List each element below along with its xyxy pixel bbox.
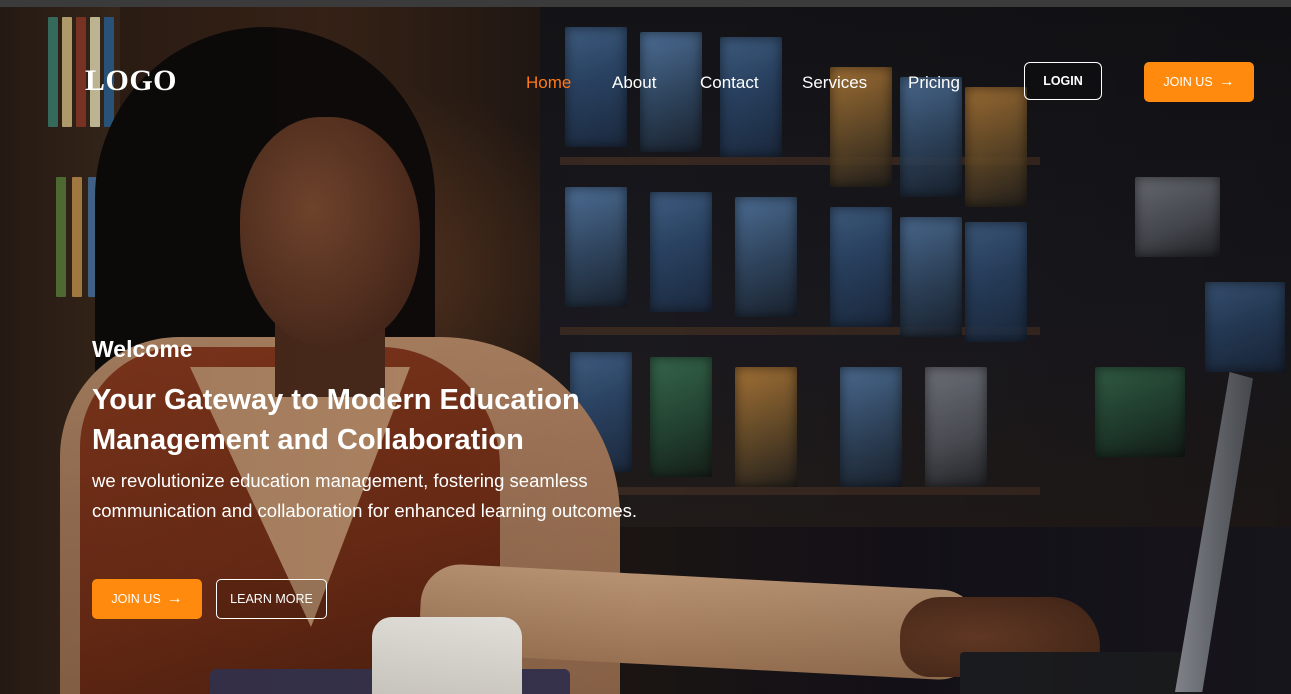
page: LOGO Home About Contact Services Pricing… <box>0 0 1291 694</box>
login-button[interactable]: LOGIN <box>1024 62 1102 100</box>
browser-top-strip <box>0 0 1291 7</box>
nav-contact[interactable]: Contact <box>700 73 759 93</box>
learn-more-button[interactable]: LEARN MORE <box>216 579 327 619</box>
nav-about[interactable]: About <box>612 73 656 93</box>
arrow-right-icon: → <box>1218 73 1235 90</box>
hero-headline-line1: Your Gateway to Modern Education <box>92 384 580 416</box>
hero-description: we revolutionize education management, f… <box>92 470 638 521</box>
nav-pricing[interactable]: Pricing <box>908 73 960 93</box>
hero-welcome: Welcome <box>92 336 193 362</box>
nav-services[interactable]: Services <box>802 73 867 93</box>
hero-join-us-button[interactable]: JOIN US → <box>92 579 202 619</box>
site-logo[interactable]: LOGO <box>85 64 177 98</box>
hero-headline: Your Gateway to Modern Education Managem… <box>92 380 652 460</box>
join-us-label: JOIN US <box>111 592 161 606</box>
join-us-label: JOIN US <box>1163 75 1213 89</box>
arrow-right-icon: → <box>166 590 183 607</box>
nav-home[interactable]: Home <box>526 73 571 93</box>
learn-more-label: LEARN MORE <box>230 592 313 606</box>
login-button-label: LOGIN <box>1043 74 1083 88</box>
header-join-us-button[interactable]: JOIN US → <box>1144 62 1254 102</box>
hero-headline-line2: Management and Collaboration <box>92 424 524 456</box>
